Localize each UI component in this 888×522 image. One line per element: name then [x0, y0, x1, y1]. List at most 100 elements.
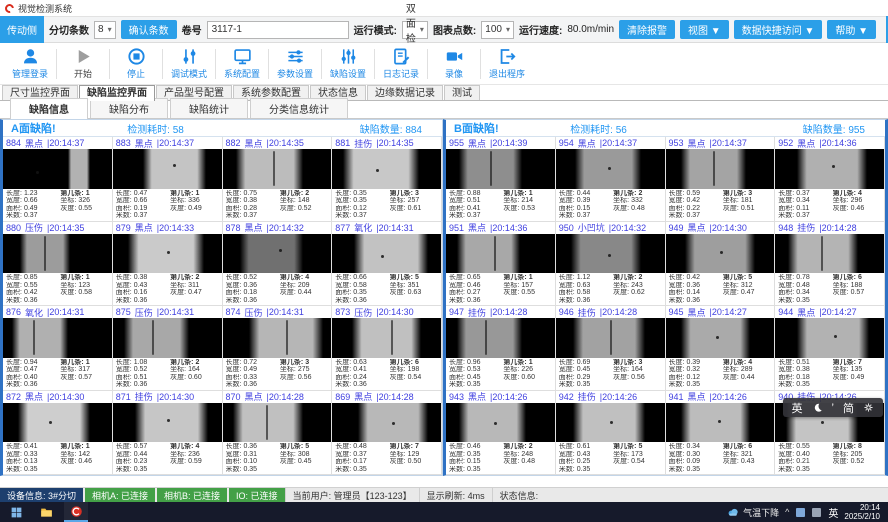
help-menu-button[interactable]: 帮助 ▼	[827, 20, 876, 39]
defect-cell[interactable]: 955黑点|20:14:39长度:0.88宽度:0.51面积:0.41米数:0.…	[446, 137, 556, 222]
tray-icon-2[interactable]	[812, 508, 821, 517]
weather-status[interactable]: 气温下降	[727, 506, 779, 519]
defect-cell[interactable]: 954黑点|20:14:37长度:0.44宽度:0.39面积:0.15米数:0.…	[556, 137, 666, 222]
action-button-play[interactable]: 开始	[57, 47, 109, 80]
defect-cell[interactable]: 948挂伤|20:14:28长度:0.78宽度:0.48面积:0.34米数:0.…	[775, 222, 885, 307]
view-menu-button[interactable]: 视图 ▼	[680, 20, 729, 39]
defect-count: 缺陷数量: 884	[255, 121, 434, 136]
data-quick-access-menu-button[interactable]: 数据快捷访问 ▼	[734, 20, 823, 39]
subtab-2[interactable]: 缺陷分布	[90, 98, 168, 118]
defect-cell[interactable]: 876氧化|20:14:31长度:0.94宽度:0.47面积:0.40米数:0.…	[3, 306, 113, 391]
field-label: 面积:	[226, 289, 242, 297]
defect-cell[interactable]: 884黑点|20:14:37长度:1.23宽度:0.66面积:0.49米数:0.…	[3, 137, 113, 222]
field-value: 0.52	[298, 205, 312, 213]
defect-cell[interactable]: 952黑点|20:14:36长度:0.37宽度:0.34面积:0.11米数:0.…	[775, 137, 885, 222]
clear-alarm-button[interactable]: 清除报警	[619, 20, 675, 39]
taskbar-clock[interactable]: 20:14 2025/2/10	[844, 503, 884, 521]
gear-icon[interactable]	[863, 402, 874, 413]
subtab-4[interactable]: 分类信息统计	[250, 98, 348, 118]
defect-cell[interactable]: 874压伤|20:14:31长度:0.72宽度:0.49面积:0.33米数:0.…	[223, 306, 333, 391]
tab-2[interactable]: 缺陷监控界面	[79, 85, 155, 101]
field-value: 0.63	[353, 359, 367, 367]
reel-number-input[interactable]	[207, 21, 349, 39]
defect-cell[interactable]: 882黑点|20:14:35长度:0.75宽度:0.38面积:0.28米数:0.…	[223, 137, 333, 222]
defect-cell[interactable]: 950小凹坑|20:14:32长度:1.12宽度:0.63面积:0.58米数:0…	[556, 222, 666, 307]
defect-info-right: 第几条:3坐标:257灰度:0.61	[390, 190, 438, 221]
field-value: 0.62	[631, 289, 645, 297]
field-label: 第几条:	[723, 443, 746, 451]
subtab-3[interactable]: 缺陷统计	[170, 98, 248, 118]
ime-simplified-toggle[interactable]: 简	[843, 400, 854, 416]
slit-count-select[interactable]: 8 ▾	[94, 21, 116, 39]
action-button-stop[interactable]: 停止	[110, 47, 162, 80]
action-button-params-sliders[interactable]: 参数设置	[269, 47, 321, 80]
field-value: 0.37	[686, 212, 700, 220]
run-mode-select[interactable]: 双面检测 ▾	[402, 21, 428, 39]
defect-cell[interactable]: 877氧化|20:14:31长度:0.66宽度:0.58面积:0.35米数:0.…	[332, 222, 442, 307]
subtab-1[interactable]: 缺陷信息	[10, 98, 88, 119]
tray-icon-1[interactable]	[796, 508, 805, 517]
defect-cell[interactable]: 869黑点|20:14:28长度:0.48宽度:0.37面积:0.17米数:0.…	[332, 391, 442, 476]
defect-cell[interactable]: 942挂伤|20:14:26长度:0.61宽度:0.43面积:0.25米数:0.…	[556, 391, 666, 476]
ime-lang-toggle[interactable]: 英	[792, 400, 803, 416]
action-button-defect-sliders[interactable]: 缺陷设置	[322, 47, 374, 80]
tray-chevron-up-icon[interactable]: ^	[785, 507, 789, 517]
chevron-down-icon: ▾	[506, 25, 510, 34]
tab-7[interactable]: 测试	[444, 85, 480, 100]
defect-cell[interactable]: 945黑点|20:14:27长度:0.39宽度:0.32面积:0.12米数:0.…	[666, 306, 776, 391]
defect-cell[interactable]: 881挂伤|20:14:35长度:0.35宽度:0.35面积:0.12米数:0.…	[332, 137, 442, 222]
defect-cell[interactable]: 946挂伤|20:14:28长度:0.69宽度:0.45面积:0.29米数:0.…	[556, 306, 666, 391]
defect-mark	[608, 254, 611, 257]
field-label: 灰度:	[170, 205, 186, 213]
defect-cell[interactable]: 941黑点|20:14:26长度:0.34宽度:0.30面积:0.09米数:0.…	[666, 391, 776, 476]
material-band	[135, 403, 209, 443]
defect-cell[interactable]: 951黑点|20:14:36长度:0.65宽度:0.46面积:0.27米数:0.…	[446, 222, 556, 307]
field-label: 灰度:	[833, 374, 849, 382]
action-button-monitor[interactable]: 系统配置	[216, 47, 268, 80]
defect-cell[interactable]: 949黑点|20:14:30长度:0.42宽度:0.36面积:0.14米数:0.…	[666, 222, 776, 307]
file-explorer-taskbar-icon[interactable]	[34, 502, 58, 522]
defect-wid: 宽度:0.41	[335, 366, 387, 374]
defect-cell[interactable]: 880压伤|20:14:35长度:0.85宽度:0.55面积:0.42米数:0.…	[3, 222, 113, 307]
field-label: 灰度:	[723, 289, 739, 297]
chart-points-select[interactable]: 100 ▾	[481, 21, 514, 39]
inspection-app-taskbar-icon[interactable]	[64, 502, 88, 522]
defect-cell[interactable]: 873压伤|20:14:30长度:0.63宽度:0.41面积:0.24米数:0.…	[332, 306, 442, 391]
defect-cell[interactable]: 872黑点|20:14:30长度:0.41宽度:0.33面积:0.13米数:0.…	[3, 391, 113, 476]
confirm-count-button[interactable]: 确认条数	[121, 20, 177, 39]
action-button-user[interactable]: 管理登录	[4, 47, 56, 80]
defect-cell[interactable]: 953黑点|20:14:37长度:0.59宽度:0.42面积:0.22米数:0.…	[666, 137, 776, 222]
reel-number-label: 卷号	[182, 22, 202, 37]
action-button-debug-sliders[interactable]: 调试模式	[163, 47, 215, 80]
action-button-log[interactable]: 日志记录	[375, 47, 427, 80]
defect-area: 面积:0.42	[6, 289, 58, 297]
field-value: 5	[638, 443, 642, 451]
moon-icon[interactable]	[812, 402, 823, 413]
start-button[interactable]	[4, 502, 28, 522]
drive-side-button[interactable]: 传动侧	[0, 16, 44, 43]
defect-count-value: 955	[848, 125, 865, 136]
defect-cell[interactable]: 883黑点|20:14:37长度:0.47宽度:0.66面积:0.19米数:0.…	[113, 137, 223, 222]
action-button-exit[interactable]: 退出程序	[481, 47, 533, 80]
defect-coord: 坐标:308	[280, 451, 328, 459]
defect-coord: 坐标:236	[170, 451, 218, 459]
defect-info-left: 长度:0.75宽度:0.38面积:0.28米数:0.37	[226, 190, 278, 221]
defect-cell[interactable]: 871挂伤|20:14:30长度:0.57宽度:0.44面积:0.23米数:0.…	[113, 391, 223, 476]
defect-cell[interactable]: 944黑点|20:14:27长度:0.51宽度:0.38面积:0.18米数:0.…	[775, 306, 885, 391]
field-value: 0.47	[188, 289, 202, 297]
defect-cell[interactable]: 870黑点|20:14:28长度:0.36宽度:0.31面积:0.10米数:0.…	[223, 391, 333, 476]
defect-cell[interactable]: 943黑点|20:14:26长度:0.46宽度:0.35面积:0.15米数:0.…	[446, 391, 556, 476]
defect-cell[interactable]: 947挂伤|20:14:28长度:0.96宽度:0.53面积:0.45米数:0.…	[446, 306, 556, 391]
defect-cell[interactable]: 878黑点|20:14:32长度:0.52宽度:0.36面积:0.18米数:0.…	[223, 222, 333, 307]
field-value: 0.18	[796, 374, 810, 382]
defect-info: 长度:1.12宽度:0.63面积:0.58米数:0.36第几条:2坐标:243灰…	[556, 273, 665, 305]
defect-info-right: 第几条:1坐标:326灰度:0.55	[60, 190, 108, 221]
windows-icon	[10, 506, 23, 519]
defect-cell[interactable]: 879黑点|20:14:33长度:0.38宽度:0.43面积:0.16米数:0.…	[113, 222, 223, 307]
ime-language-indicator[interactable]: 英	[828, 505, 838, 520]
tab-6[interactable]: 边缘数据记录	[367, 85, 443, 100]
defect-cell[interactable]: 875压伤|20:14:31长度:1.08宽度:0.52面积:0.51米数:0.…	[113, 306, 223, 391]
ime-punct-toggle[interactable]: ’	[832, 402, 834, 414]
action-button-camera[interactable]: 录像	[428, 47, 480, 80]
field-value: 0.37	[796, 190, 810, 198]
